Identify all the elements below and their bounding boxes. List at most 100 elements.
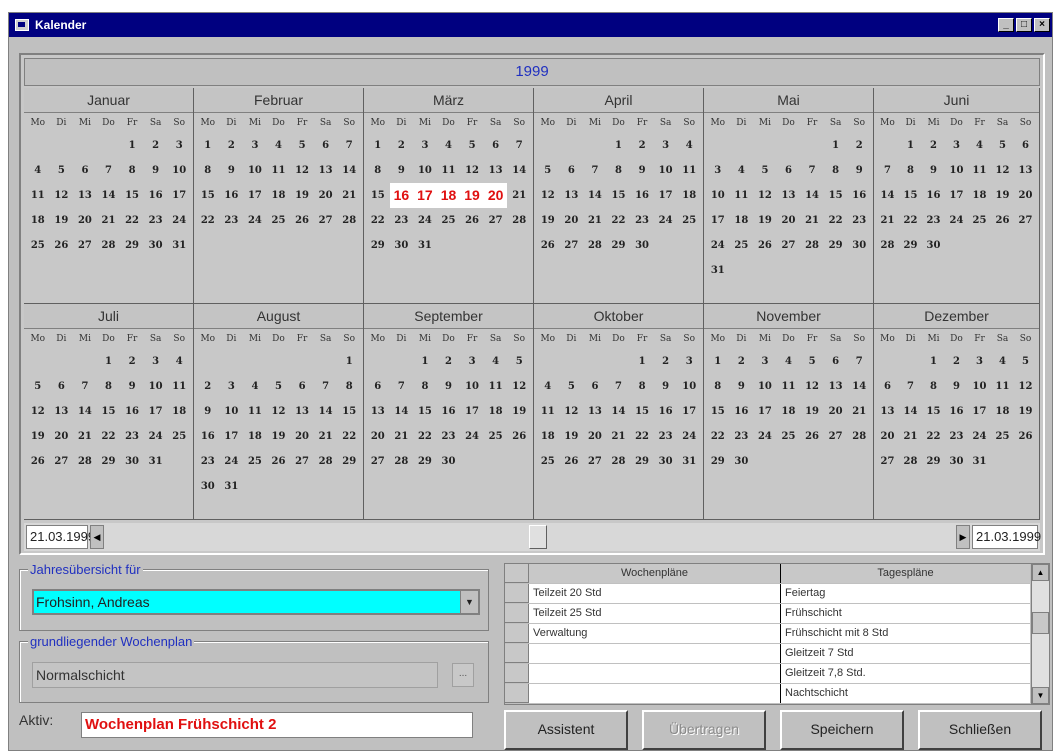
day-cell[interactable]: 11 [677, 158, 701, 183]
day-cell[interactable]: 26 [1014, 424, 1037, 449]
chevron-down-icon[interactable]: ▼ [460, 591, 478, 613]
day-cell[interactable]: 27 [777, 233, 801, 258]
day-cell[interactable]: 6 [876, 374, 899, 399]
day-cell[interactable]: 1 [120, 133, 144, 158]
day-cell[interactable]: 4 [26, 158, 50, 183]
day-cell[interactable]: 15 [196, 183, 220, 208]
day-cell[interactable]: 14 [876, 183, 899, 208]
day-cell[interactable]: 18 [167, 399, 191, 424]
day-cell[interactable]: 8 [413, 374, 437, 399]
day-cell[interactable]: 9 [220, 158, 244, 183]
day-cell[interactable]: 12 [560, 399, 584, 424]
day-cell[interactable]: 17 [167, 183, 191, 208]
day-cell[interactable]: 24 [220, 449, 244, 474]
day-cell[interactable]: 3 [706, 158, 730, 183]
day-cell[interactable]: 13 [583, 399, 607, 424]
day-cell[interactable]: 7 [73, 374, 97, 399]
day-cell[interactable]: 4 [968, 133, 991, 158]
day-cell[interactable]: 7 [876, 158, 899, 183]
day-cell[interactable]: 29 [413, 449, 437, 474]
row-selector[interactable] [505, 584, 529, 603]
day-cell[interactable]: 13 [876, 399, 899, 424]
day-cell[interactable]: 29 [607, 233, 631, 258]
day-cell[interactable]: 19 [460, 183, 484, 208]
day-cell[interactable]: 3 [677, 349, 701, 374]
day-cell[interactable]: 28 [607, 449, 631, 474]
day-cell[interactable]: 4 [243, 374, 267, 399]
day-cell[interactable]: 23 [730, 424, 754, 449]
day-cell[interactable]: 7 [314, 374, 338, 399]
day-cell[interactable]: 6 [290, 374, 314, 399]
day-cell[interactable]: 13 [1014, 158, 1037, 183]
day-cell[interactable]: 9 [196, 399, 220, 424]
day-cell[interactable]: 12 [290, 158, 314, 183]
day-cell[interactable]: 10 [460, 374, 484, 399]
day-cell[interactable]: 20 [824, 399, 848, 424]
day-cell[interactable]: 1 [337, 349, 361, 374]
day-cell[interactable]: 9 [390, 158, 414, 183]
day-cell[interactable]: 14 [337, 158, 361, 183]
day-cell[interactable]: 17 [144, 399, 168, 424]
day-cell[interactable]: 20 [483, 183, 508, 208]
day-cell[interactable]: 16 [144, 183, 168, 208]
day-cell[interactable]: 29 [97, 449, 121, 474]
day-cell[interactable]: 26 [753, 233, 777, 258]
day-cell[interactable]: 6 [777, 158, 801, 183]
day-cell[interactable]: 2 [144, 133, 168, 158]
close-button[interactable]: × [1034, 18, 1050, 32]
day-cell[interactable]: 1 [196, 133, 220, 158]
day-cell[interactable]: 18 [968, 183, 991, 208]
day-cell[interactable]: 27 [290, 449, 314, 474]
day-cell[interactable]: 27 [876, 449, 899, 474]
day-cell[interactable]: 19 [560, 424, 584, 449]
day-cell[interactable]: 10 [167, 158, 191, 183]
day-cell[interactable]: 12 [26, 399, 50, 424]
day-cell[interactable]: 23 [196, 449, 220, 474]
aktiv-field[interactable]: Wochenplan Frühschicht 2 [81, 712, 473, 738]
day-cell[interactable]: 19 [267, 424, 291, 449]
day-cell[interactable]: 22 [706, 424, 730, 449]
day-cell[interactable]: 27 [484, 208, 508, 233]
day-cell[interactable]: 2 [945, 349, 968, 374]
day-cell[interactable]: 18 [677, 183, 701, 208]
day-cell[interactable]: 15 [607, 183, 631, 208]
day-cell[interactable]: 23 [220, 208, 244, 233]
day-cell[interactable]: 25 [730, 233, 754, 258]
day-cell[interactable]: 28 [507, 208, 531, 233]
day-cell[interactable]: 17 [968, 399, 991, 424]
day-cell[interactable]: 15 [97, 399, 121, 424]
day-cell[interactable]: 2 [730, 349, 754, 374]
day-cell[interactable]: 5 [267, 374, 291, 399]
day-cell[interactable]: 12 [460, 158, 484, 183]
row-selector[interactable] [505, 604, 529, 623]
browse-button[interactable]: ... [452, 663, 474, 687]
day-cell[interactable]: 16 [120, 399, 144, 424]
day-cell[interactable]: 15 [899, 183, 922, 208]
day-cell[interactable]: 11 [26, 183, 50, 208]
day-cell[interactable]: 24 [460, 424, 484, 449]
day-cell[interactable]: 23 [144, 208, 168, 233]
day-cell[interactable]: 23 [390, 208, 414, 233]
day-cell[interactable]: 9 [730, 374, 754, 399]
day-cell[interactable]: 10 [753, 374, 777, 399]
day-cell[interactable]: 11 [267, 158, 291, 183]
day-cell[interactable]: 7 [583, 158, 607, 183]
day-cell[interactable]: 20 [583, 424, 607, 449]
table-cell[interactable]: Teilzeit 20 Std [529, 584, 781, 603]
day-cell[interactable]: 30 [654, 449, 678, 474]
day-cell[interactable]: 11 [777, 374, 801, 399]
day-cell[interactable]: 9 [654, 374, 678, 399]
day-cell[interactable]: 30 [847, 233, 871, 258]
day-cell[interactable]: 1 [413, 349, 437, 374]
day-cell[interactable]: 29 [899, 233, 922, 258]
day-cell[interactable]: 4 [730, 158, 754, 183]
day-cell[interactable]: 21 [97, 208, 121, 233]
day-cell[interactable]: 18 [484, 399, 508, 424]
maximize-button[interactable]: □ [1016, 18, 1032, 32]
day-cell[interactable]: 19 [26, 424, 50, 449]
day-cell[interactable]: 30 [144, 233, 168, 258]
day-cell[interactable]: 24 [706, 233, 730, 258]
scroll-right-button[interactable]: ▶ [956, 525, 970, 549]
day-cell[interactable]: 20 [314, 183, 338, 208]
day-cell[interactable]: 17 [413, 183, 437, 208]
